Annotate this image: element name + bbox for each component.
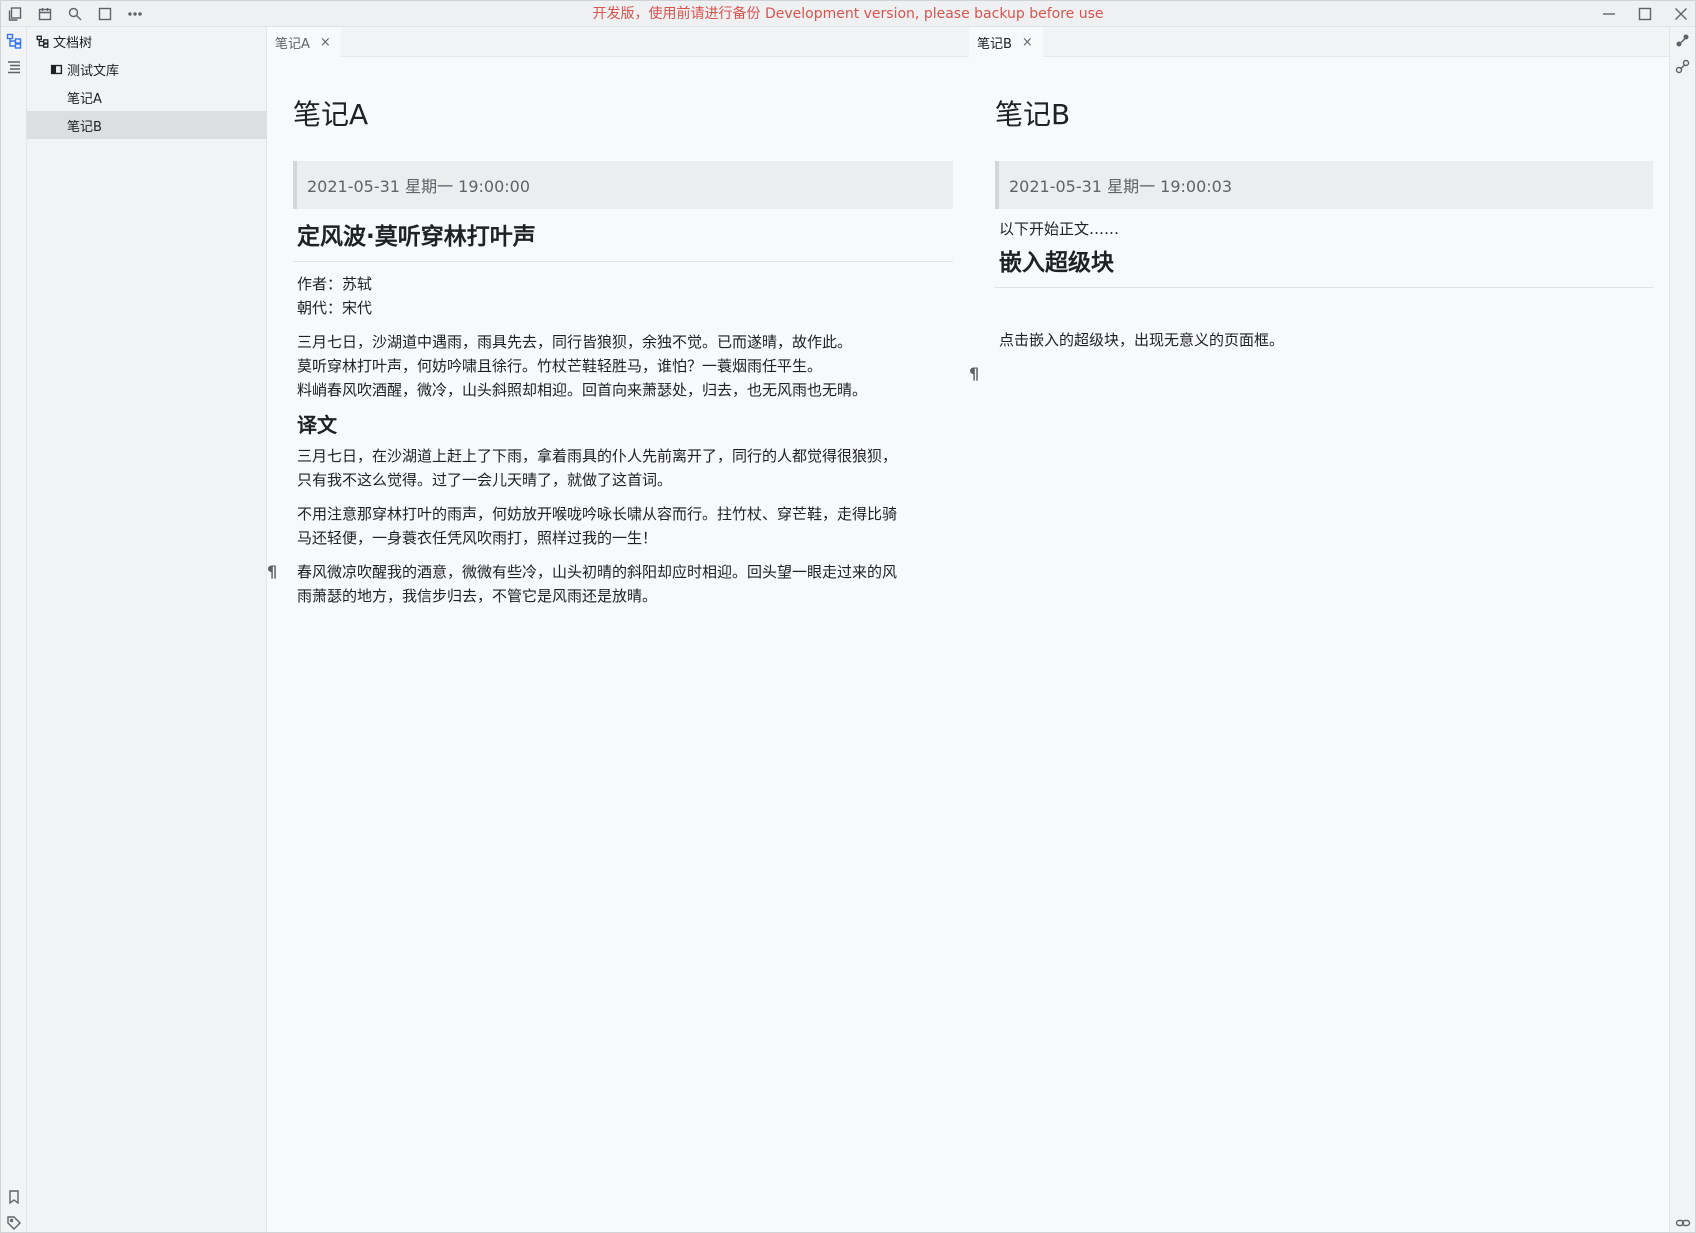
translation-line: 雨萧瑟的地方，我信步归去，不管它是风雨还是放晴。 bbox=[297, 587, 658, 605]
more-icon[interactable] bbox=[127, 6, 143, 22]
editor-pane-b: 笔记B × 笔记B 2021-05-31 星期一 19:00:03 以下开始正文… bbox=[969, 27, 1669, 1232]
translation-line: 三月七日，在沙湖道上赶上了下雨，拿着雨具的仆人先前离开了，同行的人都觉得很狼狈， bbox=[297, 447, 898, 465]
bookmark-icon[interactable] bbox=[6, 1189, 22, 1205]
doc-title[interactable]: 笔记B bbox=[995, 95, 1653, 135]
dev-version-notice: 开发版，使用前请进行备份 Development version, please… bbox=[592, 6, 1104, 22]
author-line: 作者：苏轼 bbox=[297, 275, 373, 293]
poem-line: 料峭春风吹酒醒，微冷，山头斜照却相迎。回首向来萧瑟处，归去，也无风雨也无晴。 bbox=[297, 381, 868, 399]
poem-paragraph[interactable]: 三月七日，沙湖道中遇雨，雨具先去，同行皆狼狈，余独不觉。已而遂晴，故作此。 莫听… bbox=[293, 330, 953, 402]
document-b[interactable]: 笔记B 2021-05-31 星期一 19:00:03 以下开始正文…… 嵌入超… bbox=[969, 57, 1653, 386]
tab-label: 笔记A bbox=[275, 36, 310, 52]
notebook-label: 测试文库 bbox=[67, 63, 120, 79]
editor-pane-a: 笔记A × 笔记A 2021-05-31 星期一 19:00:00 定风波·莫听… bbox=[267, 27, 969, 1232]
global-graph-icon[interactable] bbox=[1675, 59, 1691, 75]
translation-paragraph[interactable]: 不用注意那穿林打叶的雨声，何妨放开喉咙吟咏长啸从容而行。拄竹杖、穿芒鞋，走得比骑… bbox=[293, 502, 953, 550]
tab-note-b[interactable]: 笔记B × bbox=[969, 27, 1043, 57]
search-icon[interactable] bbox=[67, 6, 83, 22]
doc-title[interactable]: 笔记A bbox=[293, 95, 953, 135]
tag-icon[interactable] bbox=[6, 1215, 22, 1231]
meta-paragraph[interactable]: 作者：苏轼 朝代：宋代 bbox=[293, 272, 953, 320]
poem-line: 三月七日，沙湖道中遇雨，雨具先去，同行皆狼狈，余独不觉。已而遂晴，故作此。 bbox=[297, 333, 853, 351]
file-tree-icon[interactable] bbox=[6, 33, 22, 49]
doc-item-label: 笔记B bbox=[67, 119, 102, 135]
translation-paragraph[interactable]: ¶ 春风微凉吹醒我的酒意，微微有些冷，山头初晴的斜阳却应时相迎。回头望一眼走过来… bbox=[267, 560, 953, 608]
app-window: 开发版，使用前请进行备份 Development version, please… bbox=[0, 0, 1696, 1233]
graph-icon[interactable] bbox=[1675, 33, 1691, 49]
title-bar: 开发版，使用前请进行备份 Development version, please… bbox=[1, 1, 1695, 27]
date-blockquote[interactable]: 2021-05-31 星期一 19:00:03 bbox=[995, 161, 1653, 209]
document-a[interactable]: 笔记A 2021-05-31 星期一 19:00:00 定风波·莫听穿林打叶声 … bbox=[267, 57, 953, 608]
left-dock bbox=[1, 27, 27, 1232]
maximize-icon[interactable] bbox=[1637, 6, 1653, 22]
doc-tree-title: 文档树 bbox=[53, 35, 93, 51]
dynasty-line: 朝代：宋代 bbox=[297, 299, 373, 317]
close-icon[interactable] bbox=[1673, 6, 1689, 22]
files-icon[interactable] bbox=[7, 6, 23, 22]
intro-paragraph[interactable]: 以下开始正文…… bbox=[995, 217, 1653, 241]
poem-heading[interactable]: 定风波·莫听穿林打叶声 bbox=[293, 219, 953, 262]
date-text: 2021-05-31 星期一 19:00:03 bbox=[1009, 177, 1233, 196]
tab-close-icon[interactable]: × bbox=[1022, 35, 1033, 50]
block-handle-icon[interactable]: ¶ bbox=[267, 560, 277, 584]
file-tree-icon bbox=[35, 34, 49, 48]
doc-item-b[interactable]: 笔记B bbox=[27, 111, 267, 139]
outline-icon[interactable] bbox=[6, 59, 22, 75]
superblock-heading[interactable]: 嵌入超级块 bbox=[995, 245, 1653, 288]
doc-tree-panel: 文档树 测试文库 笔记A 笔记B bbox=[27, 27, 267, 1232]
translation-line: 马还轻便，一身蓑衣任凭风吹雨打，照样过我的一生！ bbox=[297, 529, 658, 547]
link-icon[interactable] bbox=[1675, 1215, 1691, 1231]
doc-item-a[interactable]: 笔记A bbox=[27, 83, 267, 111]
doc-item-label: 笔记A bbox=[67, 91, 102, 107]
tab-note-a[interactable]: 笔记A × bbox=[267, 27, 341, 57]
poem-line: 莫听穿林打叶声，何妨吟啸且徐行。竹杖芒鞋轻胜马，谁怕？一蓑烟雨任平生。 bbox=[297, 357, 823, 375]
tab-bar-b: 笔记B × bbox=[969, 27, 1669, 57]
date-text: 2021-05-31 星期一 19:00:00 bbox=[307, 177, 531, 196]
notebook-item[interactable]: 测试文库 bbox=[27, 55, 267, 83]
tab-close-icon[interactable]: × bbox=[320, 35, 331, 50]
tab-bar-a: 笔记A × bbox=[267, 27, 969, 57]
minimize-icon[interactable] bbox=[1601, 6, 1617, 22]
block-handle-icon[interactable]: ¶ bbox=[969, 362, 979, 386]
toolbar-left bbox=[7, 1, 143, 27]
note-paragraph[interactable]: 点击嵌入的超级块，出现无意义的页面框。 bbox=[995, 328, 1653, 352]
translation-line: 只有我不这么觉得。过了一会儿天晴了，就做了这首词。 bbox=[297, 471, 673, 489]
translation-line: 春风微凉吹醒我的酒意，微微有些冷，山头初晴的斜阳却应时相迎。回头望一眼走过来的风 bbox=[297, 563, 898, 581]
layout-icon[interactable] bbox=[97, 6, 113, 22]
tab-label: 笔记B bbox=[977, 36, 1012, 52]
empty-superblock[interactable]: ¶ bbox=[969, 362, 1653, 386]
right-dock bbox=[1669, 27, 1695, 1232]
translation-heading[interactable]: 译文 bbox=[293, 408, 953, 442]
calendar-icon[interactable] bbox=[37, 6, 53, 22]
doc-tree-header: 文档树 bbox=[27, 27, 267, 55]
translation-line: 不用注意那穿林打叶的雨声，何妨放开喉咙吟咏长啸从容而行。拄竹杖、穿芒鞋，走得比骑 bbox=[297, 505, 898, 523]
window-controls bbox=[1601, 1, 1689, 27]
notebook-icon bbox=[49, 62, 63, 76]
translation-paragraph[interactable]: 三月七日，在沙湖道上赶上了下雨，拿着雨具的仆人先前离开了，同行的人都觉得很狼狈，… bbox=[293, 444, 953, 492]
date-blockquote[interactable]: 2021-05-31 星期一 19:00:00 bbox=[293, 161, 953, 209]
